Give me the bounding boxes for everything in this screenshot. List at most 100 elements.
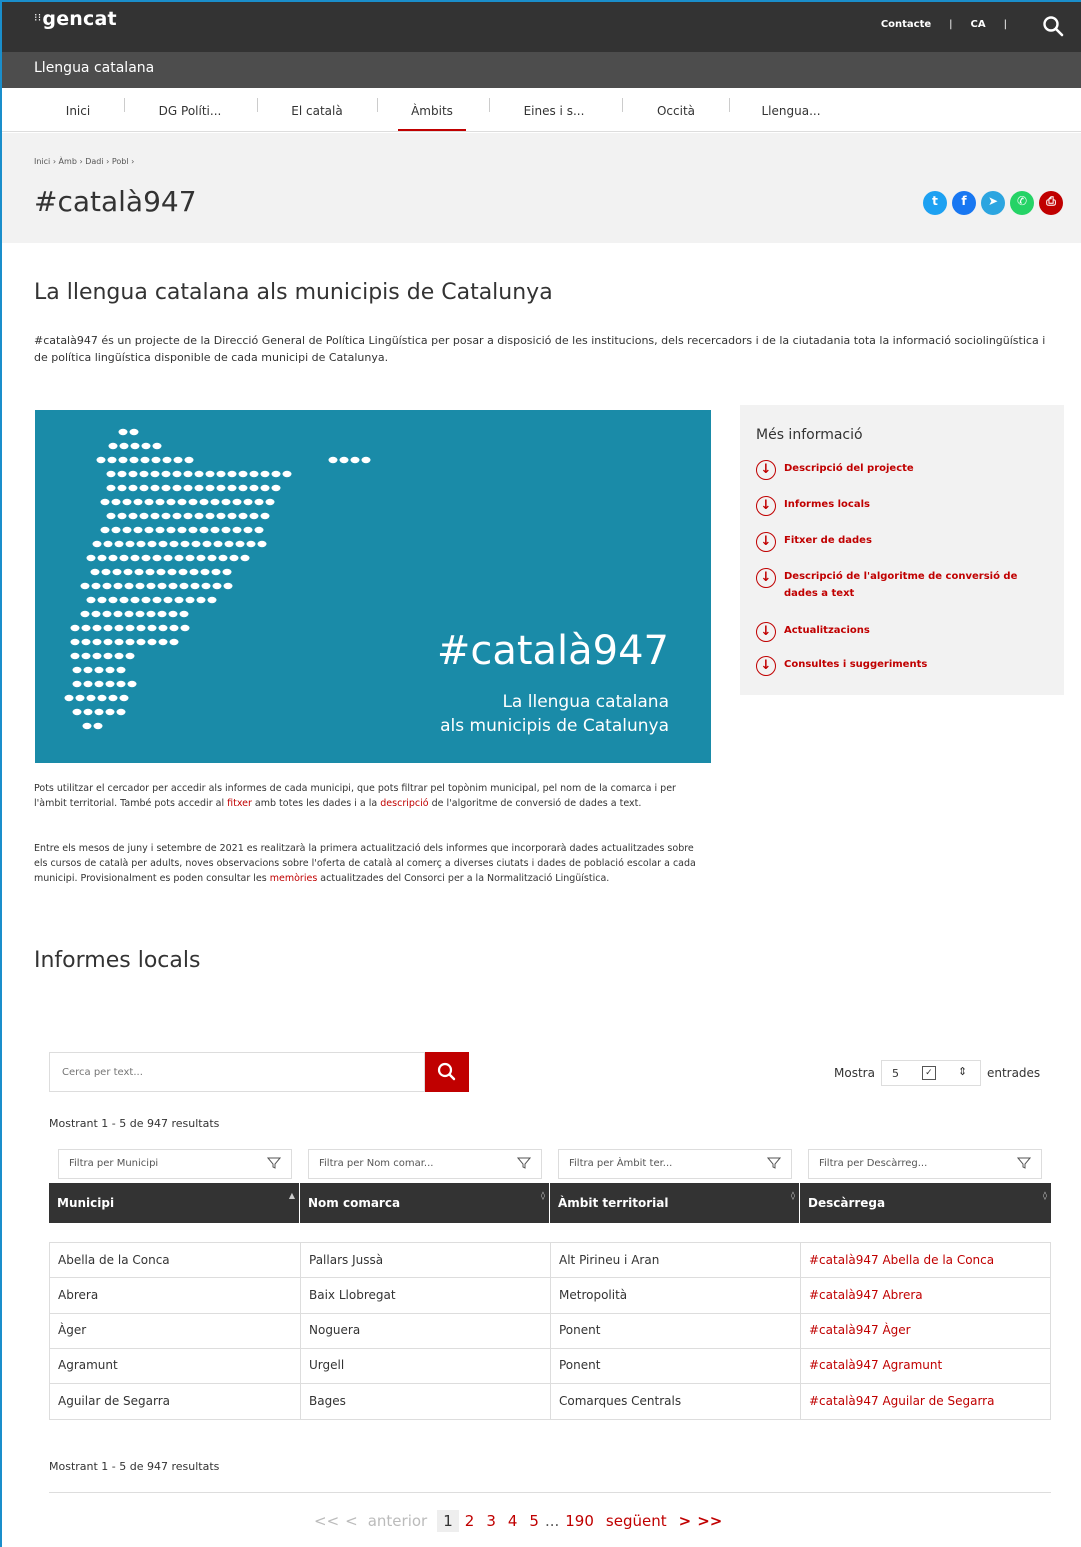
next-arrow-button[interactable]: > [679, 1512, 692, 1530]
download-link[interactable]: #català947 Abella de la Conca [801, 1243, 1051, 1278]
more-info-link[interactable]: Informes locals [756, 496, 1034, 516]
column-municipi[interactable]: Municipi ▲ [49, 1183, 300, 1223]
page-size-select[interactable]: 5 ✓ ⇕ [880, 1060, 981, 1086]
cell-ambit: Ponent [551, 1348, 801, 1383]
whatsapp-icon[interactable]: ✆ [1010, 191, 1034, 215]
memories-link[interactable]: memòries [270, 873, 318, 884]
link-label: Fitxer de dades [784, 535, 872, 546]
print-glyph: ⎙ [1046, 194, 1056, 208]
page-5[interactable]: 5 [529, 1512, 539, 1530]
download-icon [756, 622, 776, 642]
search-icon [437, 1062, 456, 1081]
telegram-glyph: ➤ [987, 194, 999, 208]
link-label: Consultes i suggeriments [784, 659, 928, 670]
nav-item-el-catala[interactable]: El català [282, 88, 352, 132]
site-title[interactable]: Llengua catalana [2, 52, 1081, 88]
updown-icon: ⇕ [957, 1065, 968, 1078]
search-button[interactable] [425, 1052, 469, 1092]
nav-item-inici[interactable]: Inici [60, 88, 96, 132]
print-icon[interactable]: ⎙ [1039, 191, 1063, 215]
filter-municipi[interactable]: Filtra per Municipi [58, 1149, 292, 1179]
pagination: << < anterior 1 2 3 4 5 ... 190 següent … [314, 1510, 722, 1532]
filter-icon [267, 1157, 281, 1169]
download-icon [756, 656, 776, 676]
page-last[interactable]: 190 [565, 1512, 594, 1530]
more-info-link[interactable]: Descripció de l'algoritme de conversió d… [756, 568, 1034, 602]
column-label: Nom comarca [308, 1196, 401, 1210]
table-row: Abrera Baix Llobregat Metropolità #catal… [49, 1278, 1051, 1314]
filter-ambit[interactable]: Filtra per Àmbit ter... [558, 1149, 792, 1179]
more-info-link[interactable]: Actualitzacions [756, 622, 1034, 642]
more-info-link[interactable]: Consultes i suggeriments [756, 656, 1034, 676]
column-comarca[interactable]: Nom comarca ◊ [300, 1183, 550, 1223]
page-4[interactable]: 4 [508, 1512, 518, 1530]
filter-icon [517, 1157, 531, 1169]
search-icon[interactable] [1041, 14, 1065, 38]
chevron-down-icon: ✓ [921, 1066, 936, 1080]
column-descarrega[interactable]: Descàrrega ◊ [800, 1183, 1051, 1223]
cell-comarca: Urgell [301, 1348, 551, 1383]
page-size-control: Mostra 5 ✓ ⇕ entrades [834, 1060, 1040, 1086]
nav-item-ambits[interactable]: Àmbits [398, 88, 466, 132]
breadcrumb[interactable]: Inici › Àmb › Dadi › Pobl › [34, 157, 134, 166]
more-info-link[interactable]: Descripció del projecte [756, 460, 1034, 480]
filter-icon [1017, 1157, 1031, 1169]
page-current[interactable]: 1 [437, 1510, 459, 1532]
more-info-link[interactable]: Fitxer de dades [756, 532, 1034, 552]
update-paragraph: Entre els mesos de juny i setembre de 20… [34, 841, 709, 886]
filter-placeholder: Filtra per Municipi [69, 1158, 159, 1169]
contact-link[interactable]: Contacte [881, 19, 931, 30]
page-title: #català947 [34, 185, 197, 218]
cell-ambit: Alt Pirineu i Aran [551, 1243, 801, 1278]
hero-subtitle-line2: als municipis de Catalunya [440, 716, 669, 736]
download-icon [756, 496, 776, 516]
description-link[interactable]: descripció [380, 798, 428, 809]
column-label: Descàrrega [808, 1196, 886, 1210]
nav-item-llengua[interactable]: Llengua... [752, 88, 830, 132]
table-row: Aguilar de Segarra Bages Comarques Centr… [49, 1384, 1051, 1420]
table-header: Municipi ▲ Nom comarca ◊ Àmbit territorial… [49, 1183, 1051, 1223]
hero-subtitle: La llengua catalana als municipis de Cat… [440, 690, 669, 738]
download-link[interactable]: #català947 Aguilar de Segarra [801, 1384, 1051, 1419]
filter-descarrega[interactable]: Filtra per Descàrreg... [808, 1149, 1042, 1179]
results-count-bottom: Mostrant 1 - 5 de 947 resultats [49, 1460, 220, 1473]
logo-text: gencat [42, 8, 117, 30]
download-link[interactable]: #català947 Abrera [801, 1278, 1051, 1313]
filter-comarca[interactable]: Filtra per Nom comar... [308, 1149, 542, 1179]
telegram-icon[interactable]: ➤ [981, 191, 1005, 215]
column-ambit[interactable]: Àmbit territorial ◊ [550, 1183, 800, 1223]
twitter-glyph: t [932, 194, 938, 208]
cell-municipi: Abella de la Conca [50, 1243, 301, 1278]
table-row: Àger Noguera Ponent #català947 Àger [49, 1313, 1051, 1349]
twitter-icon[interactable]: t [923, 191, 947, 215]
cell-ambit: Comarques Centrals [551, 1384, 801, 1419]
next-button[interactable]: següent [606, 1512, 667, 1530]
link-label: Descripció del projecte [784, 463, 914, 474]
link-label: Informes locals [784, 499, 870, 510]
file-link[interactable]: fitxer [227, 798, 252, 809]
nav-item-dg-politica[interactable]: DG Políti... [148, 88, 232, 132]
page-2[interactable]: 2 [465, 1512, 475, 1530]
search-input[interactable] [50, 1053, 424, 1091]
text: amb totes les dades i a la [251, 798, 381, 809]
download-link[interactable]: #català947 Agramunt [801, 1348, 1051, 1383]
top-bar: ⁝⁝gencat Contacte | CA | [2, 2, 1081, 52]
page-3[interactable]: 3 [486, 1512, 496, 1530]
prev-button[interactable]: anterior [368, 1512, 428, 1530]
nav-item-occita[interactable]: Occità [646, 88, 706, 132]
nav-item-eines[interactable]: Eines i s... [512, 88, 596, 132]
link-label: Descripció de l'algoritme de conversió d… [784, 571, 1018, 599]
prev-arrow-button[interactable]: < [345, 1512, 358, 1530]
first-page-button[interactable]: << [314, 1512, 339, 1530]
cell-municipi: Aguilar de Segarra [50, 1384, 301, 1419]
results-count: Mostrant 1 - 5 de 947 resultats [49, 1117, 220, 1130]
link-label: Actualitzacions [784, 625, 870, 636]
language-selector[interactable]: CA [971, 19, 986, 30]
text: de l'algoritme de conversió de dades a t… [428, 798, 642, 809]
gencat-logo[interactable]: ⁝⁝gencat [34, 8, 117, 30]
facebook-icon[interactable]: f [952, 191, 976, 215]
download-link[interactable]: #català947 Àger [801, 1313, 1051, 1348]
cell-comarca: Baix Llobregat [301, 1278, 551, 1313]
last-page-button[interactable]: >> [697, 1512, 722, 1530]
hero-banner: #català947 La llengua catalana als munic… [35, 410, 711, 763]
